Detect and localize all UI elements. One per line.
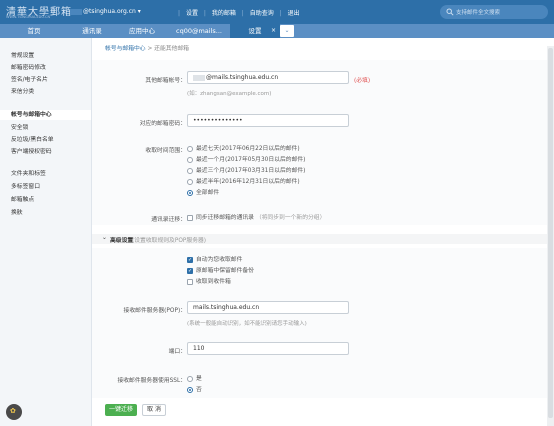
account-input[interactable]: @mails.tsinghua.edu.cn — [187, 71, 349, 84]
search-icon[interactable] — [446, 8, 454, 16]
sidebar-item-general[interactable]: 常规设置 — [0, 51, 91, 61]
required-note: (必填) — [354, 78, 371, 84]
basic-section — [92, 60, 547, 225]
tab-settings-label: 设置 — [248, 27, 262, 35]
settings-sidebar: 常规设置 邮箱密码修改 签名/电子名片 来信分类 帐号与邮箱中心 安全锁 反垃圾… — [0, 38, 92, 426]
sidebar-item-multi-tab[interactable]: 多标签窗口 — [0, 182, 91, 192]
sidebar-item-skin[interactable]: 换肤 — [0, 208, 91, 218]
sidebar-item-account-center[interactable]: 帐号与邮箱中心 — [0, 110, 91, 120]
tab-app-center[interactable]: 应用中心 — [116, 24, 168, 38]
contacts-label: 通讯录迁移： — [151, 217, 186, 223]
pop-hint: (系统一般能自动识别，如不能识别请您手动输入) — [187, 321, 307, 327]
breadcrumb: 帐号与邮箱中心 > 还能其他邮箱 — [105, 43, 189, 52]
breadcrumb-parent[interactable]: 帐号与邮箱中心 — [105, 46, 146, 52]
main-panel: 帐号与邮箱中心 > 还能其他邮箱 其他邮箱帐号： @mails.tsinghua… — [92, 38, 554, 426]
scrollbar-thumb[interactable] — [548, 48, 553, 418]
cancel-button[interactable]: 取 消 — [142, 404, 166, 416]
range-option-6months[interactable]: 最近半年(2016年12月31日以后的邮件) — [187, 178, 300, 186]
range-option-all[interactable]: 全部邮件 — [187, 189, 219, 197]
sidebar-item-password[interactable]: 邮箱密码修改 — [0, 63, 91, 73]
sidebar-item-security-lock[interactable]: 安全锁 — [0, 123, 91, 133]
sidebar-item-signature[interactable]: 签名/电子名片 — [0, 75, 91, 85]
radio-6months[interactable] — [187, 178, 193, 185]
user-dropdown-icon[interactable]: ▾ — [138, 8, 141, 15]
contacts-option[interactable]: 同步迁移邮箱的通讯录 （将同步到一个新的分组） — [187, 214, 325, 222]
range-label: 收取时间范围： — [145, 148, 186, 154]
range-option-7days[interactable]: 最近七天(2017年06月22日以后的邮件) — [187, 145, 300, 153]
keep-backup-option[interactable]: 原邮箱中保留邮件备份 — [187, 267, 254, 275]
radio-3months[interactable] — [187, 167, 193, 174]
settings-link[interactable]: 设置 — [186, 8, 198, 17]
sidebar-item-folders[interactable]: 文件夹和标签 — [0, 169, 91, 179]
migrate-button[interactable]: 一键迁移 — [105, 404, 137, 416]
password-label: 对应的邮箱密码： — [139, 121, 186, 127]
radio-ssl-yes[interactable] — [187, 375, 193, 382]
advanced-toggle[interactable]: 高级设置 — [110, 235, 133, 244]
auto-fetch-checkbox[interactable] — [187, 256, 193, 264]
my-mailbox-link[interactable]: 我的邮箱 — [212, 8, 236, 17]
logo-subtext: WWW.TSINGHUA.EDU.CN — [6, 15, 51, 19]
tab-contacts[interactable]: 通讯录 — [68, 24, 116, 38]
advanced-toggle-icon[interactable]: ⌄ — [102, 235, 107, 241]
advanced-settings-header[interactable]: ⌄ 高级设置 (设置收取规则及POP服务器) — [92, 234, 547, 244]
scrollbar[interactable] — [547, 46, 554, 426]
mail-logo[interactable]: 清華大學郵箱 WWW.TSINGHUA.EDU.CN — [6, 3, 71, 21]
advanced-hint: (设置收取规则及POP服务器) — [132, 238, 207, 244]
range-option-1month[interactable]: 最近一个月(2017年05月30日以后的邮件) — [187, 156, 305, 164]
search-box[interactable]: 支持邮件全文搜索 — [440, 5, 548, 19]
app-center-icon[interactable]: ✿ — [6, 404, 22, 420]
redacted-account — [193, 74, 205, 81]
sidebar-item-antispam[interactable]: 反垃圾/黑白名单 — [0, 135, 91, 145]
account-label: 其他邮箱帐号： — [145, 78, 186, 84]
account-hint: (如：zhangsan@example.com) — [187, 91, 272, 97]
user-email[interactable]: @tsinghua.org.cn ▾ — [70, 8, 141, 15]
ssl-option-yes[interactable]: 是 — [187, 375, 202, 383]
keep-backup-checkbox[interactable] — [187, 267, 193, 275]
close-icon[interactable]: × — [271, 24, 276, 38]
auto-fetch-option[interactable]: 自动为您收取邮件 — [187, 256, 242, 264]
top-bar: 清華大學郵箱 WWW.TSINGHUA.EDU.CN @tsinghua.org… — [0, 0, 554, 24]
tab-home[interactable]: 首页 — [0, 24, 68, 38]
ssl-option-no[interactable]: 否 — [187, 386, 202, 394]
radio-ssl-no[interactable] — [187, 386, 193, 393]
chevron-down-icon[interactable]: ⌄ — [280, 25, 294, 37]
tab-settings[interactable]: 设置 × — [230, 24, 280, 38]
sidebar-item-touchpoint[interactable]: 邮箱触点 — [0, 195, 91, 205]
port-label: 端口： — [168, 349, 186, 355]
search-placeholder: 支持邮件全文搜索 — [456, 10, 501, 16]
contacts-checkbox[interactable] — [187, 214, 193, 221]
radio-all[interactable] — [187, 189, 193, 196]
breadcrumb-separator: > — [147, 46, 153, 52]
to-inbox-checkbox[interactable] — [187, 278, 193, 285]
sidebar-item-client-password[interactable]: 客户端授权密码 — [0, 147, 91, 157]
redacted-username — [70, 8, 82, 15]
range-option-3months[interactable]: 最近三个月(2017年03月31日以后的邮件) — [187, 167, 305, 175]
port-input[interactable]: 110 — [187, 342, 349, 355]
to-inbox-option[interactable]: 收取到收件箱 — [187, 278, 231, 286]
breadcrumb-current: 还能其他邮箱 — [154, 46, 189, 52]
pop-label: 接收邮件服务器(POP)： — [123, 308, 186, 314]
logout-link[interactable]: 退出 — [288, 8, 300, 17]
password-input[interactable]: •••••••••••••• — [187, 114, 349, 127]
top-links: | 设置 | 我的邮箱 | 自助查询 | 退出 — [178, 8, 300, 17]
radio-7days[interactable] — [187, 145, 193, 152]
contacts-hint: （将同步到一个新的分组） — [255, 215, 326, 221]
tab-mail-item[interactable]: cq00@mails... — [168, 24, 230, 38]
radio-1month[interactable] — [187, 156, 193, 163]
ssl-label: 接收邮件服务器使用SSL： — [117, 378, 186, 384]
self-service-link[interactable]: 自助查询 — [250, 8, 274, 17]
sidebar-item-mail-rules[interactable]: 来信分类 — [0, 87, 91, 97]
pop-server-input[interactable]: mails.tsinghua.edu.cn — [187, 301, 349, 314]
tab-bar: 首页 通讯录 应用中心 cq00@mails... 设置 × ⌄ — [0, 24, 554, 38]
